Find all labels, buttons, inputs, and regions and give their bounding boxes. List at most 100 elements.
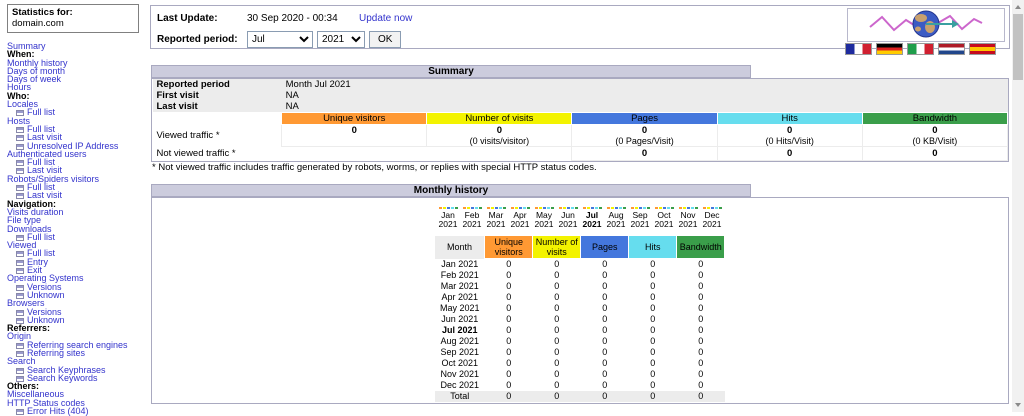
value-unique-visitors: 0 bbox=[485, 314, 533, 325]
last-update-label: Last Update: bbox=[157, 13, 247, 24]
bar-pages bbox=[615, 207, 618, 209]
bar-hits bbox=[571, 207, 574, 209]
zero-bars bbox=[484, 205, 508, 209]
update-now-link[interactable]: Update now bbox=[359, 13, 412, 24]
zero-bars bbox=[604, 205, 628, 209]
value-unique-visitors: 0 bbox=[485, 281, 533, 292]
ok-button[interactable]: OK bbox=[369, 31, 401, 48]
value-unique-visitors: 0 bbox=[485, 347, 533, 358]
flag-italy[interactable] bbox=[907, 43, 934, 55]
viewed-traffic-value-unique-visitors: 0 bbox=[282, 125, 427, 147]
month-select[interactable]: Jul bbox=[247, 31, 313, 48]
year-select[interactable]: 2021 bbox=[317, 31, 365, 48]
chart-month-nov-2021: Nov2021 bbox=[676, 205, 700, 229]
bar-bandwidth bbox=[623, 207, 626, 209]
value-pages: 0 bbox=[581, 314, 629, 325]
month-label: Jan 2021 bbox=[435, 259, 485, 270]
month-label: Aug 2021 bbox=[435, 336, 485, 347]
bar-number-of-visits bbox=[707, 207, 710, 209]
value-pages: 0 bbox=[581, 336, 629, 347]
month-label: Jun 2021 bbox=[435, 314, 485, 325]
scroll-down-arrow-icon[interactable] bbox=[1015, 403, 1021, 407]
zero-bars bbox=[436, 205, 460, 209]
value-bandwidth: 0 bbox=[677, 281, 725, 292]
monthly-header-row: MonthUnique visitorsNumber of visitsPage… bbox=[435, 236, 725, 259]
value-pages: 0 bbox=[581, 281, 629, 292]
chart-month-aug-2021: Aug2021 bbox=[604, 205, 628, 229]
value-pages: 0 bbox=[581, 259, 629, 270]
bar-unique-visitors bbox=[655, 207, 658, 209]
chart-month-sep-2021: Sep2021 bbox=[628, 205, 652, 229]
value-number-of-visits: 0 bbox=[533, 380, 581, 391]
bar-hits bbox=[499, 207, 502, 209]
bar-bandwidth bbox=[455, 207, 458, 209]
bar-number-of-visits bbox=[611, 207, 614, 209]
zero-bars bbox=[532, 205, 556, 209]
total-value-bandwidth: 0 bbox=[677, 391, 725, 402]
total-label: Total bbox=[435, 391, 485, 402]
last-update-value: 30 Sep 2020 - 00:34 bbox=[247, 13, 359, 24]
summary-table-body: Reported periodMonth Jul 2021First visit… bbox=[153, 79, 1008, 161]
bar-bandwidth bbox=[503, 207, 506, 209]
monthly-history-box: Jan2021Feb2021Mar2021Apr2021May2021Jun20… bbox=[151, 197, 1009, 404]
scroll-up-arrow-icon[interactable] bbox=[1015, 5, 1021, 9]
summary-column-hits: Hits bbox=[717, 113, 862, 125]
bar-pages bbox=[495, 207, 498, 209]
chart-month-may-2021: May2021 bbox=[532, 205, 556, 229]
list-icon bbox=[16, 368, 24, 374]
bar-hits bbox=[619, 207, 622, 209]
month-label: Nov 2021 bbox=[435, 369, 485, 380]
domain-name: domain.com bbox=[12, 18, 134, 29]
viewed-traffic-value-bandwidth: 0(0 KB/Visit) bbox=[862, 125, 1007, 147]
zero-bars bbox=[676, 205, 700, 209]
list-icon bbox=[16, 185, 24, 191]
bar-bandwidth bbox=[671, 207, 674, 209]
monthly-total-row: Total00000 bbox=[435, 391, 725, 402]
chart-month-dec-2021: Dec2021 bbox=[700, 205, 724, 229]
flag-france[interactable] bbox=[845, 43, 872, 55]
bar-number-of-visits bbox=[515, 207, 518, 209]
bar-bandwidth bbox=[599, 207, 602, 209]
total-value-number-of-visits: 0 bbox=[533, 391, 581, 402]
bar-bandwidth bbox=[479, 207, 482, 209]
total-value-hits: 0 bbox=[629, 391, 677, 402]
monthly-row-dec-2021: Dec 202100000 bbox=[435, 380, 725, 391]
flag-germany[interactable] bbox=[876, 43, 903, 55]
bar-bandwidth bbox=[575, 207, 578, 209]
list-icon bbox=[16, 310, 24, 316]
bar-number-of-visits bbox=[659, 207, 662, 209]
scrollbar-thumb[interactable] bbox=[1013, 14, 1023, 80]
bar-unique-visitors bbox=[487, 207, 490, 209]
zero-bars bbox=[556, 205, 580, 209]
value-hits: 0 bbox=[629, 347, 677, 358]
monthly-row-may-2021: May 202100000 bbox=[435, 303, 725, 314]
awstats-logo-box[interactable] bbox=[847, 8, 1005, 42]
value-bandwidth: 0 bbox=[677, 358, 725, 369]
zero-bars bbox=[652, 205, 676, 209]
vertical-scrollbar[interactable] bbox=[1012, 0, 1024, 412]
month-label: Feb 2021 bbox=[435, 270, 485, 281]
bar-pages bbox=[471, 207, 474, 209]
summary-table: Reported periodMonth Jul 2021First visit… bbox=[152, 79, 1008, 161]
not-viewed-value-bandwidth: 0 bbox=[862, 147, 1007, 161]
bar-unique-visitors bbox=[439, 207, 442, 209]
flag-netherlands[interactable] bbox=[938, 43, 965, 55]
summary-column-number-of-visits: Number of visits bbox=[427, 113, 572, 125]
bar-number-of-visits bbox=[467, 207, 470, 209]
bar-number-of-visits bbox=[491, 207, 494, 209]
value-hits: 0 bbox=[629, 292, 677, 303]
value-number-of-visits: 0 bbox=[533, 347, 581, 358]
monthly-row-nov-2021: Nov 202100000 bbox=[435, 369, 725, 380]
monthly-column-month: Month bbox=[435, 236, 485, 259]
value-bandwidth: 0 bbox=[677, 303, 725, 314]
list-icon bbox=[16, 127, 24, 133]
chart-month-oct-2021: Oct2021 bbox=[652, 205, 676, 229]
sidebar-item-error-hits-404[interactable]: Error Hits (404) bbox=[7, 407, 148, 415]
value-hits: 0 bbox=[629, 303, 677, 314]
bar-pages bbox=[687, 207, 690, 209]
monthly-row-jan-2021: Jan 202100000 bbox=[435, 259, 725, 270]
value-bandwidth: 0 bbox=[677, 380, 725, 391]
bar-hits bbox=[595, 207, 598, 209]
header-frame: Last Update: 30 Sep 2020 - 00:34 Update … bbox=[150, 5, 1010, 49]
flag-spain[interactable] bbox=[969, 43, 996, 55]
